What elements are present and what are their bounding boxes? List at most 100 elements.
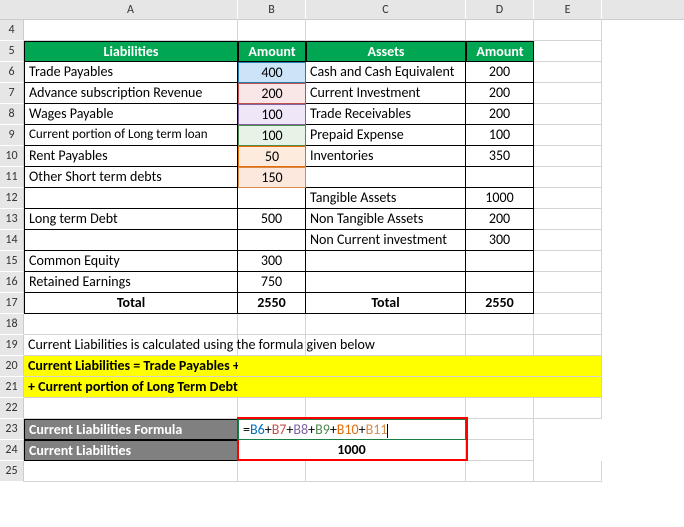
- cell[interactable]: 200: [466, 104, 534, 125]
- formula-highlight-line1[interactable]: Current Liabilities = Trade Payables + A…: [24, 356, 238, 377]
- cell[interactable]: [466, 419, 534, 440]
- cell[interactable]: [534, 83, 602, 104]
- cell[interactable]: [306, 20, 466, 41]
- cell[interactable]: [534, 377, 602, 398]
- cell[interactable]: 200: [466, 209, 534, 230]
- row-header[interactable]: 22: [0, 398, 24, 419]
- cell[interactable]: [466, 377, 534, 398]
- cell[interactable]: [306, 335, 466, 356]
- cell[interactable]: [24, 461, 238, 482]
- cell[interactable]: [534, 167, 602, 188]
- cell[interactable]: [238, 335, 306, 356]
- row-header[interactable]: 11: [0, 167, 24, 188]
- cell[interactable]: Wages Payable: [24, 104, 238, 125]
- cell[interactable]: [24, 20, 238, 41]
- cell[interactable]: [466, 440, 534, 461]
- row-header[interactable]: 8: [0, 104, 24, 125]
- cell[interactable]: [238, 20, 306, 41]
- cell[interactable]: [534, 20, 602, 41]
- cell[interactable]: [238, 461, 306, 482]
- cell[interactable]: [466, 167, 534, 188]
- cell[interactable]: 350: [466, 146, 534, 167]
- cell[interactable]: [466, 314, 534, 335]
- cell[interactable]: [466, 398, 534, 419]
- cell[interactable]: Tangible Assets: [306, 188, 466, 209]
- cell[interactable]: [534, 125, 602, 146]
- cell[interactable]: [306, 272, 466, 293]
- cell[interactable]: 750: [238, 272, 306, 293]
- cell[interactable]: [238, 230, 306, 251]
- cell[interactable]: [466, 251, 534, 272]
- cell[interactable]: Advance subscription Revenue: [24, 83, 238, 104]
- cell-b7[interactable]: 200: [238, 83, 306, 104]
- current-liabilities-value[interactable]: 1000: [238, 440, 466, 461]
- total-label[interactable]: Total: [306, 293, 466, 314]
- cell[interactable]: [306, 314, 466, 335]
- cell[interactable]: [534, 146, 602, 167]
- cell[interactable]: [466, 272, 534, 293]
- cell[interactable]: [534, 461, 602, 482]
- cell[interactable]: Long term Debt: [24, 209, 238, 230]
- cell[interactable]: [534, 230, 602, 251]
- col-header-a[interactable]: A: [24, 0, 238, 19]
- row-header[interactable]: 18: [0, 314, 24, 335]
- cell[interactable]: Trade Receivables: [306, 104, 466, 125]
- cell[interactable]: [24, 314, 238, 335]
- cell[interactable]: Non Current investment: [306, 230, 466, 251]
- cell[interactable]: 1000: [466, 188, 534, 209]
- row-header[interactable]: 9: [0, 125, 24, 146]
- cell[interactable]: Retained Earnings: [24, 272, 238, 293]
- row-header[interactable]: 13: [0, 209, 24, 230]
- table-header-amount[interactable]: Amount: [466, 41, 534, 62]
- cell[interactable]: [24, 398, 238, 419]
- formula-highlight-line2[interactable]: + Current portion of Long Term Debt + Re…: [24, 377, 238, 398]
- cell[interactable]: [466, 356, 534, 377]
- cell[interactable]: [534, 104, 602, 125]
- cell[interactable]: [534, 41, 602, 62]
- cell[interactable]: [534, 335, 602, 356]
- cell[interactable]: [534, 293, 602, 314]
- cell[interactable]: [534, 188, 602, 209]
- cell-b10[interactable]: 50: [238, 146, 306, 167]
- cell[interactable]: Non Tangible Assets: [306, 209, 466, 230]
- formula-cell-editing[interactable]: =B6+B7+B8+B9+B10+B11: [238, 419, 466, 440]
- row-header[interactable]: 17: [0, 293, 24, 314]
- cell[interactable]: [238, 188, 306, 209]
- cell[interactable]: [534, 272, 602, 293]
- table-header-liabilities[interactable]: Liabilities: [24, 41, 238, 62]
- cell[interactable]: [534, 314, 602, 335]
- col-header-b[interactable]: B: [238, 0, 306, 19]
- col-header-d[interactable]: D: [466, 0, 534, 19]
- row-header[interactable]: 15: [0, 251, 24, 272]
- cell[interactable]: Trade Payables: [24, 62, 238, 83]
- total-label[interactable]: Total: [24, 293, 238, 314]
- cell[interactable]: [466, 20, 534, 41]
- table-header-assets[interactable]: Assets: [306, 41, 466, 62]
- row-header[interactable]: 23: [0, 419, 24, 440]
- cell[interactable]: [238, 377, 306, 398]
- row-header[interactable]: 10: [0, 146, 24, 167]
- current-liabilities-label[interactable]: Current Liabilities: [24, 440, 238, 461]
- cell[interactable]: Other Short term debts: [24, 167, 238, 188]
- cell-b11[interactable]: 150: [238, 167, 306, 188]
- row-header[interactable]: 21: [0, 377, 24, 398]
- row-header[interactable]: 7: [0, 83, 24, 104]
- current-liabilities-formula-label[interactable]: Current Liabilities Formula: [24, 419, 238, 440]
- total-liabilities[interactable]: 2550: [238, 293, 306, 314]
- cell[interactable]: [306, 377, 466, 398]
- cell[interactable]: 100: [466, 125, 534, 146]
- cell[interactable]: [238, 398, 306, 419]
- row-header[interactable]: 14: [0, 230, 24, 251]
- cell[interactable]: 300: [466, 230, 534, 251]
- cell[interactable]: 200: [466, 83, 534, 104]
- cell[interactable]: [466, 335, 534, 356]
- cell[interactable]: Cash and Cash Equivalent: [306, 62, 466, 83]
- cell[interactable]: [238, 314, 306, 335]
- row-header[interactable]: 12: [0, 188, 24, 209]
- table-header-amount[interactable]: Amount: [238, 41, 306, 62]
- cell-b8[interactable]: 100: [238, 104, 306, 125]
- cell[interactable]: [306, 167, 466, 188]
- cell[interactable]: Common Equity: [24, 251, 238, 272]
- row-header[interactable]: 5: [0, 41, 24, 62]
- col-header-c[interactable]: C: [306, 0, 466, 19]
